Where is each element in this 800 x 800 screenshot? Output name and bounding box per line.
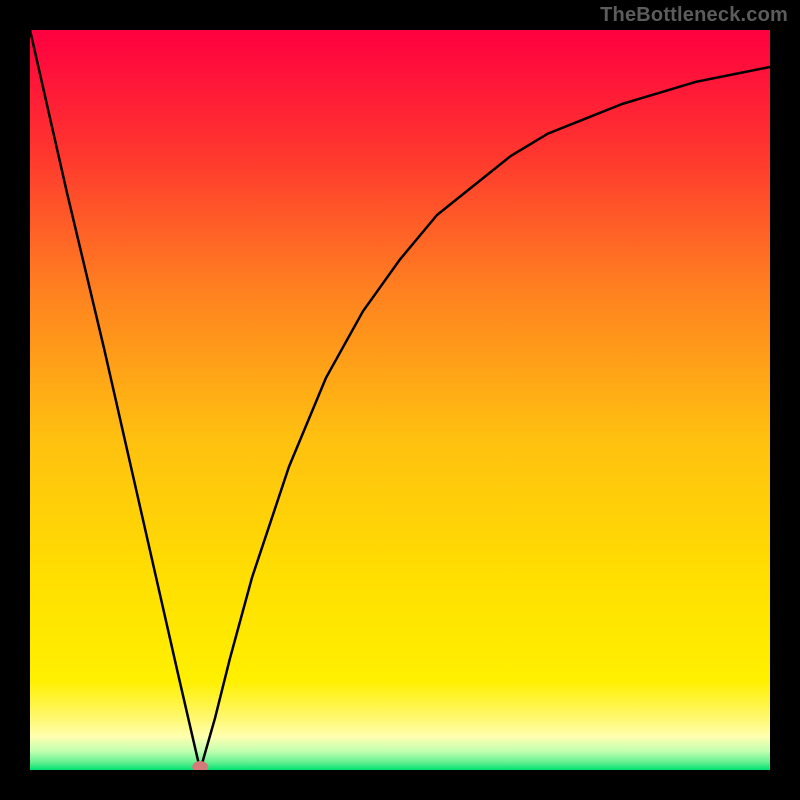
- minimum-marker: [30, 30, 770, 770]
- attribution-text: TheBottleneck.com: [600, 4, 788, 27]
- chart-frame: TheBottleneck.com: [0, 0, 800, 800]
- plot-area: [30, 30, 770, 770]
